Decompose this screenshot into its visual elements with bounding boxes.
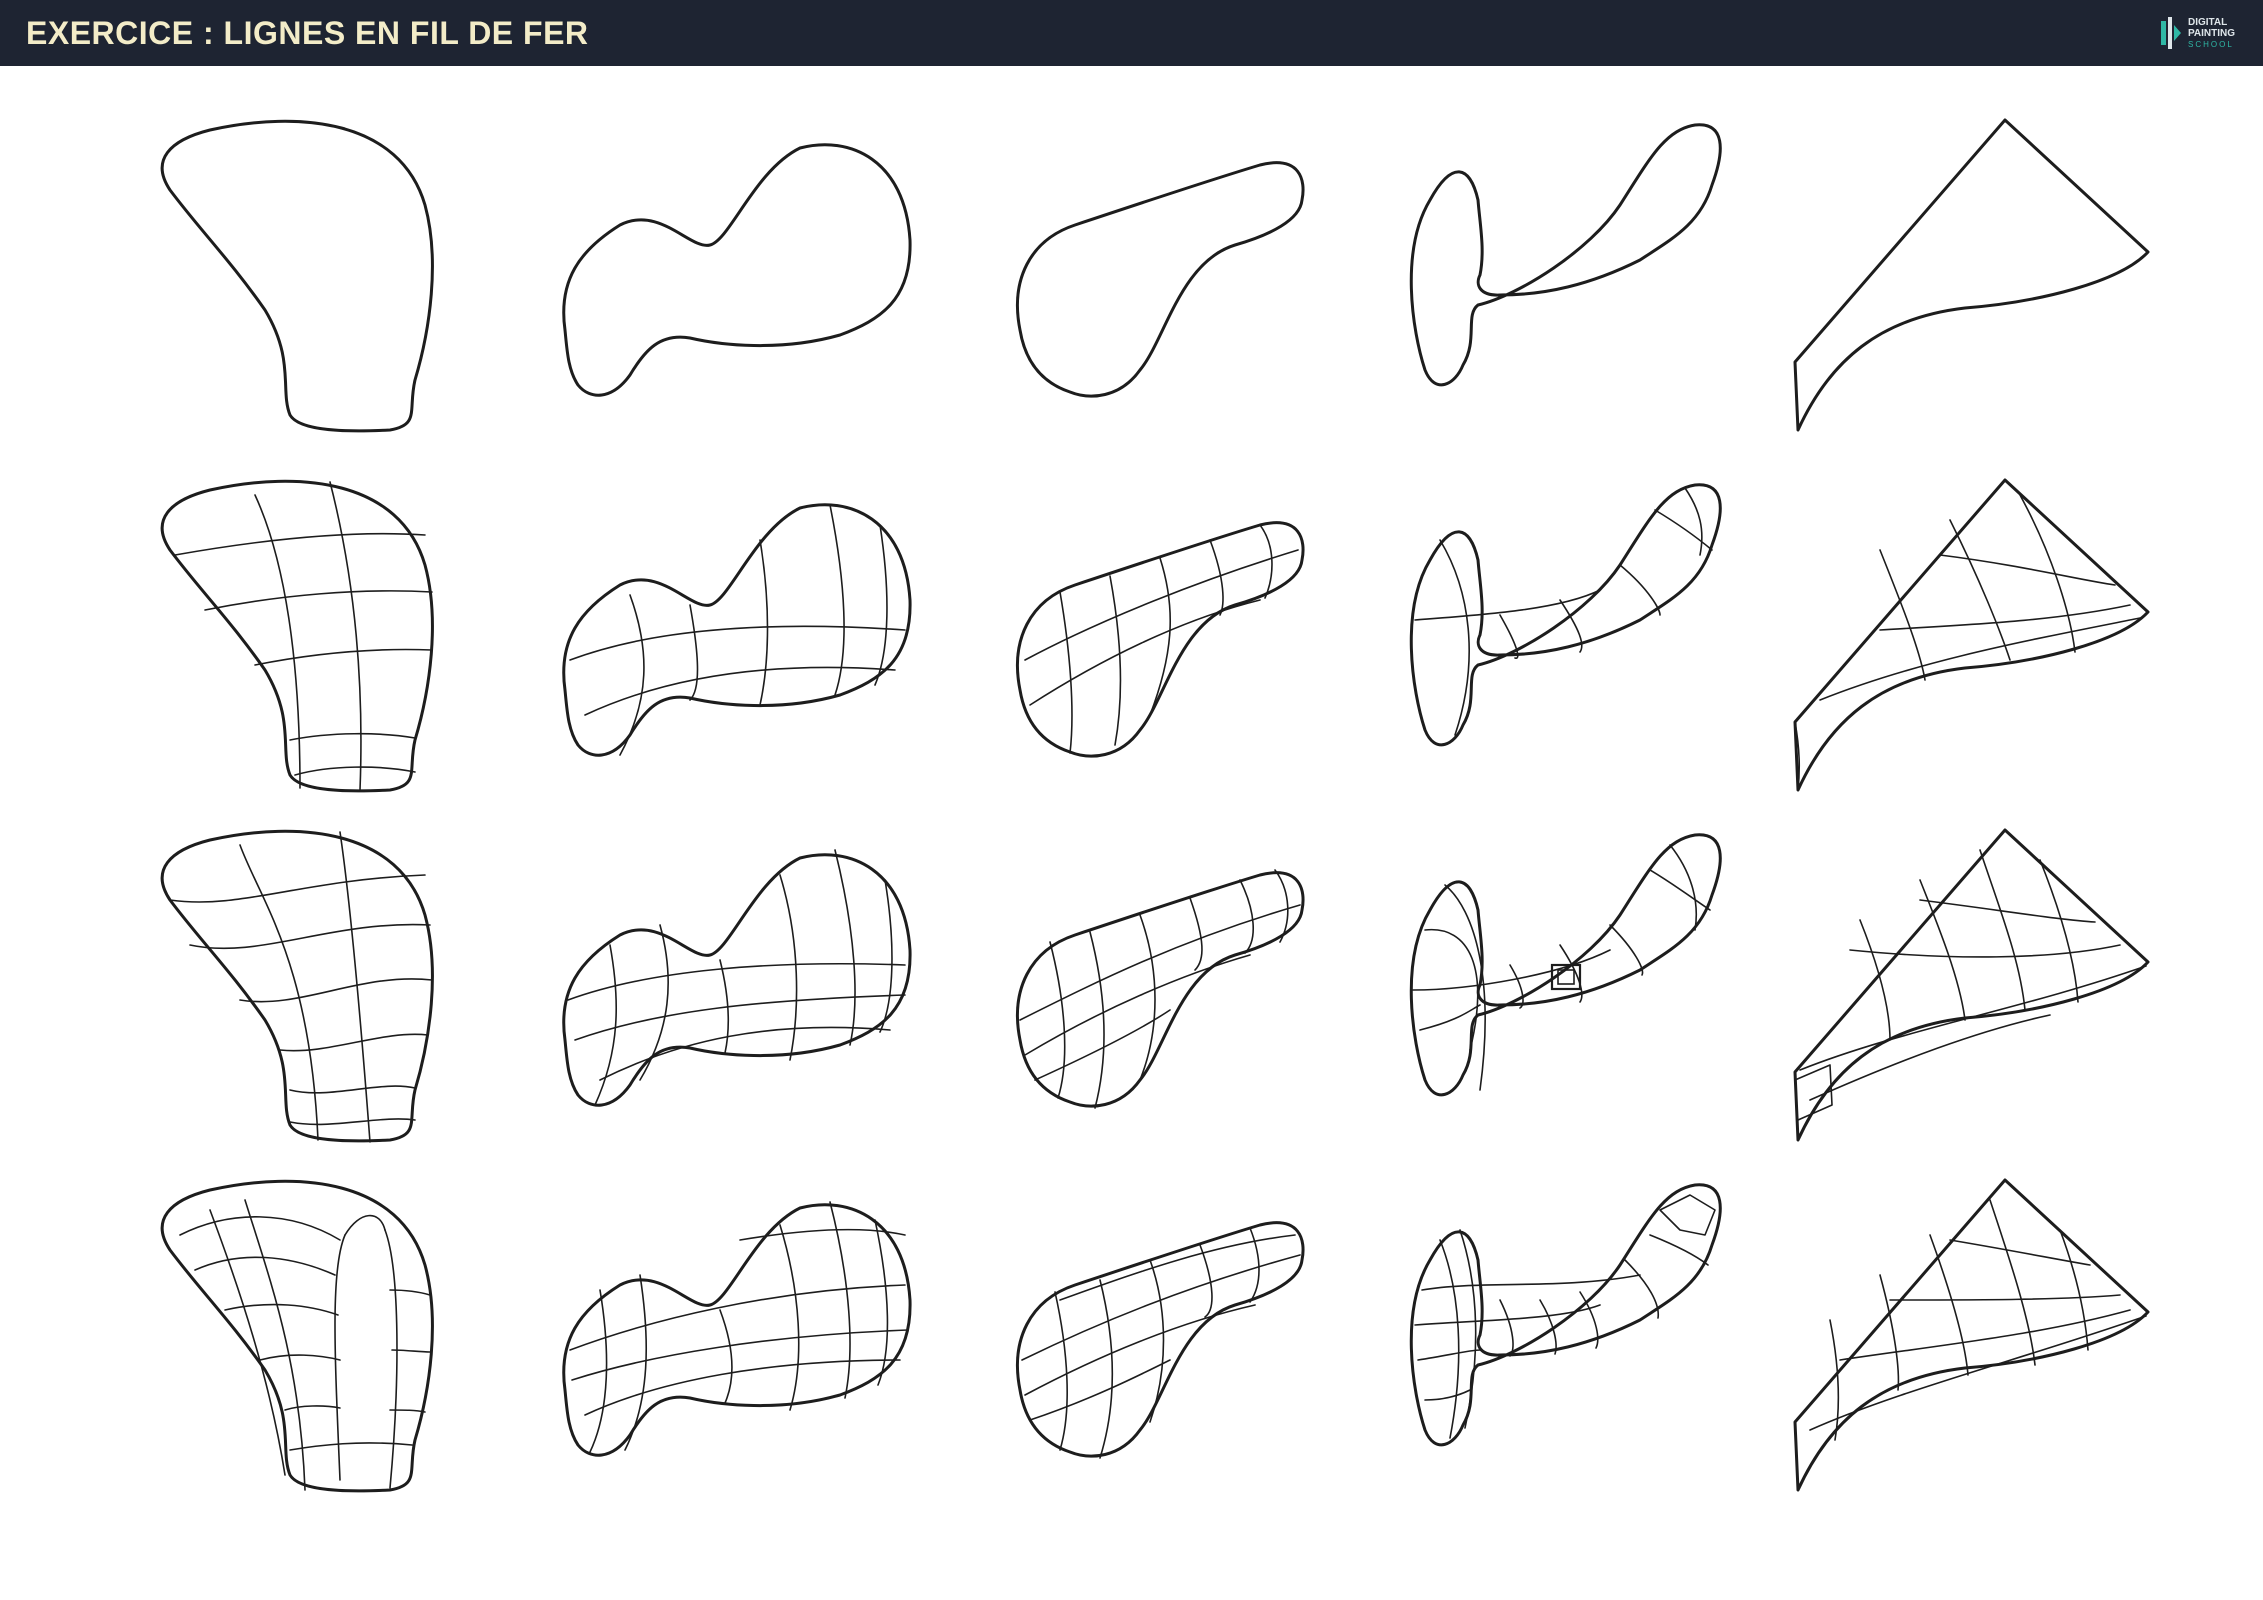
wireframe-blob-1 (161, 480, 433, 792)
header-bar: EXERCICE : LIGNES EN FIL DE FER DIGITAL … (0, 0, 2263, 66)
row-2-wireframe-simple (161, 479, 2149, 792)
shape-bean-2 (563, 144, 911, 396)
shape-triangle-5 (1794, 119, 2149, 431)
wireframe-blob-1-medium (161, 830, 433, 1143)
wireframe-tube-3-dense (1016, 1222, 1304, 1459)
wireframe-wave-4-medium (1410, 834, 1721, 1096)
drawing-sheet (161, 119, 2149, 1492)
shape-blob-1 (161, 120, 433, 432)
wireframe-blob-1-dense (161, 1180, 433, 1492)
logo: DIGITAL PAINTING SCHOOL (2160, 13, 2250, 55)
wireframe-bean-2-medium (563, 849, 911, 1106)
page-title: EXERCICE : LIGNES EN FIL DE FER (26, 15, 589, 51)
wireframe-triangle-5-medium (1794, 829, 2149, 1141)
logo-text: DIGITAL PAINTING SCHOOL (2188, 17, 2235, 50)
wireframe-tube-3-medium (1016, 869, 1304, 1109)
wireframe-bean-2-dense (563, 1201, 911, 1456)
shape-tube-3 (1016, 162, 1304, 397)
wireframe-wave-4-dense (1410, 1184, 1721, 1446)
digital-painting-school-logo-icon (2161, 17, 2181, 49)
row-3-wireframe-medium (161, 829, 2149, 1143)
logo-line-1: DIGITAL (2188, 17, 2228, 28)
wireframe-bean-2 (563, 504, 911, 756)
row-4-wireframe-dense (161, 1179, 2149, 1492)
logo-line-2: PAINTING (2188, 28, 2236, 39)
shape-wave-4 (1410, 124, 1721, 386)
wireframe-tube-3 (1016, 522, 1304, 757)
logo-line-3: SCHOOL (2188, 40, 2234, 49)
row-1-outlines (161, 119, 2149, 432)
wireframe-triangle-5-dense (1794, 1179, 2149, 1491)
wireframe-triangle-5 (1794, 479, 2149, 791)
wireframe-wave-4 (1410, 484, 1721, 746)
